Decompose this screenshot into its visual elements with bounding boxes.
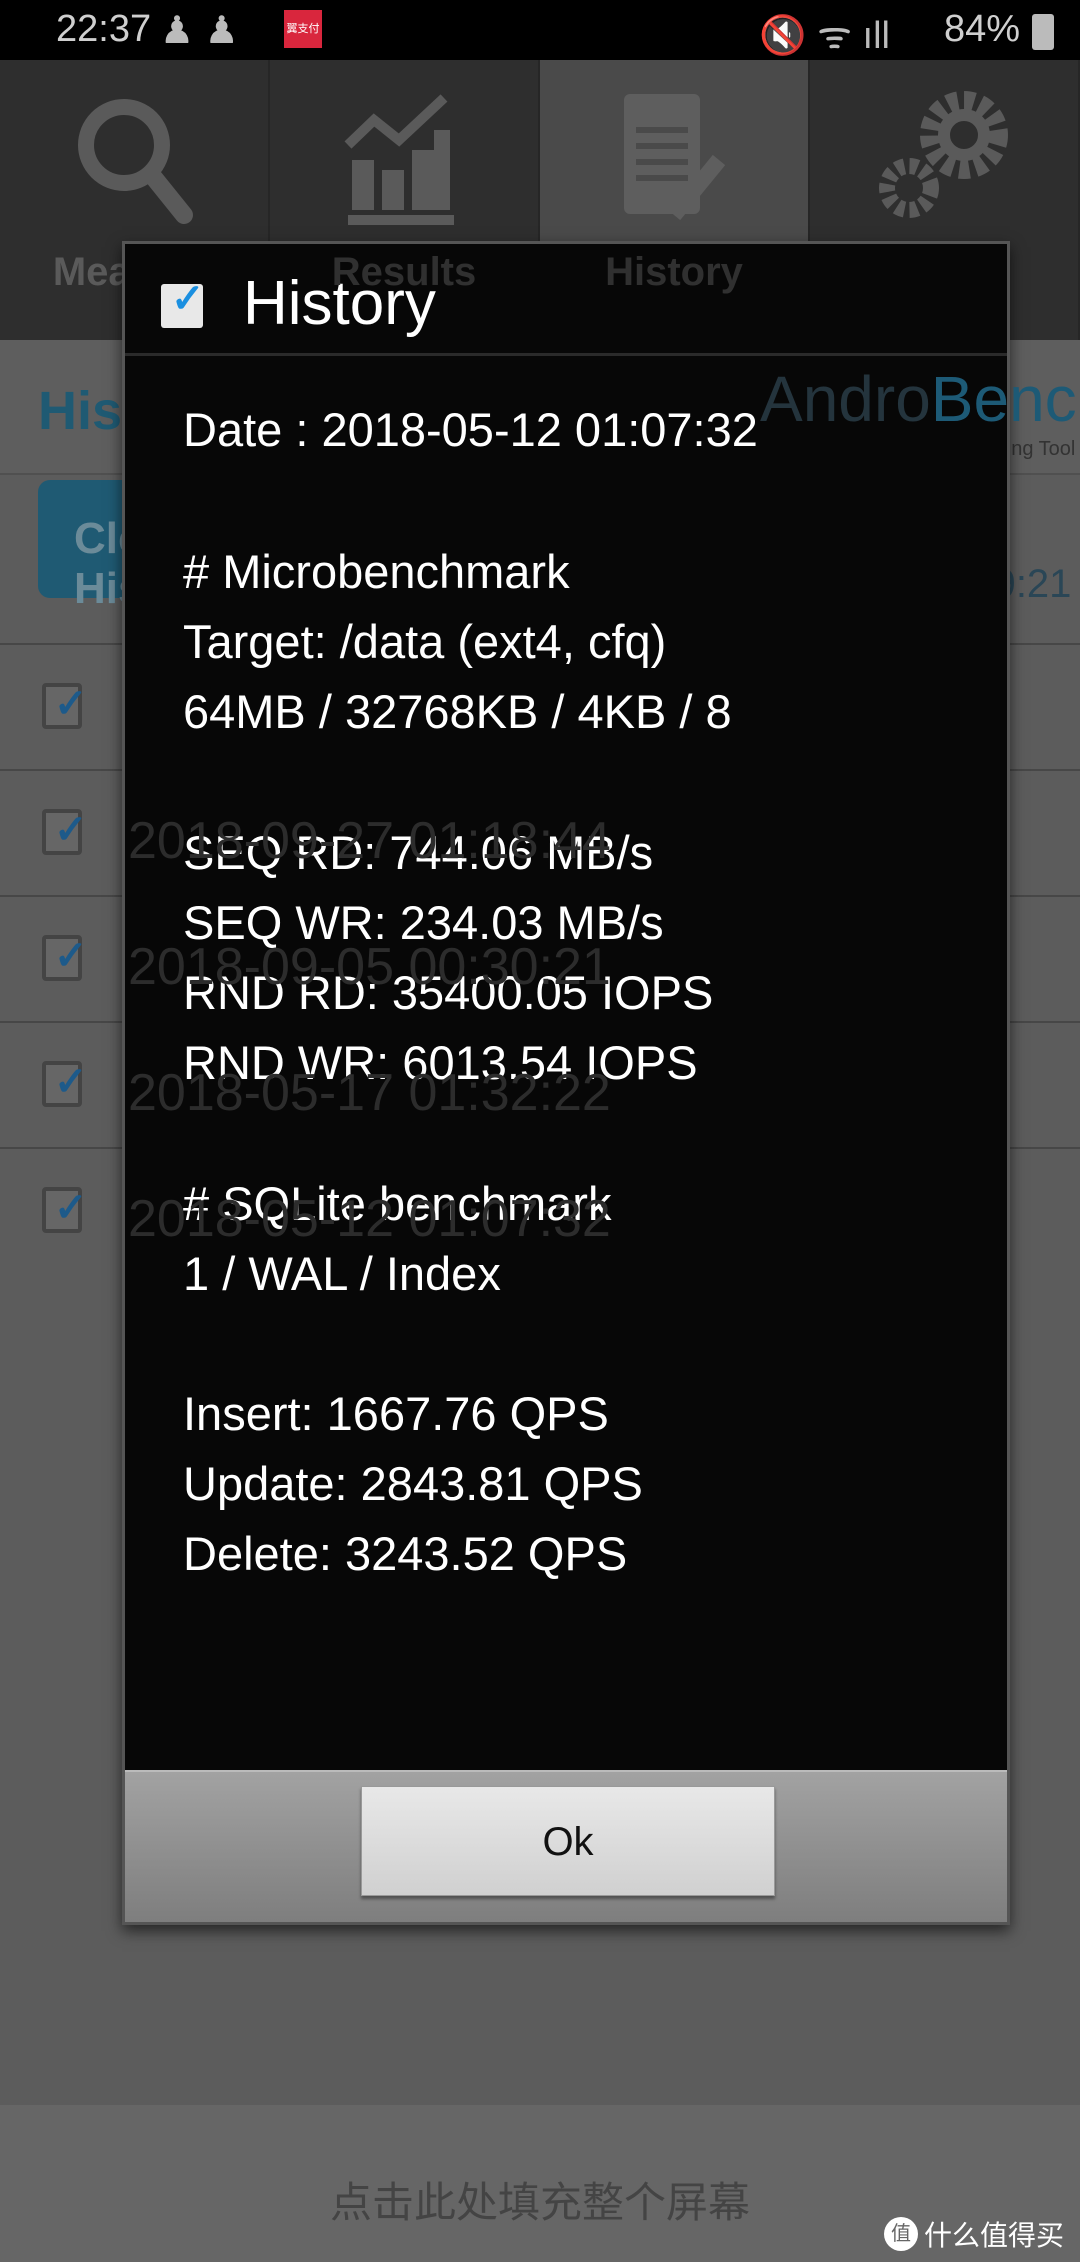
battery-level: 84% bbox=[943, 8, 1020, 50]
search-icon bbox=[78, 99, 193, 224]
ok-button[interactable]: Ok bbox=[361, 1786, 775, 1896]
result-line: Delete: 3243.52 QPS bbox=[183, 1527, 628, 1580]
history-date: 2018-05-12 01:07:32 bbox=[128, 1190, 611, 1248]
result-date: Date : 2018-05-12 01:07:32 bbox=[183, 403, 758, 456]
result-line: 1 / WAL / Index bbox=[183, 1247, 501, 1300]
history-entry-icon bbox=[42, 1059, 88, 1107]
watermark-text: 什么值得买 bbox=[923, 2220, 1064, 2251]
notification-icon: ♟ ♟ bbox=[160, 10, 239, 52]
tab-label: History bbox=[605, 250, 743, 294]
result-line: Insert: 1667.76 QPS bbox=[183, 1387, 609, 1440]
watermark: 值 什么值得买 bbox=[883, 2214, 1064, 2254]
signal-icons: 🔇 ᯤ ıll bbox=[759, 15, 890, 57]
logo-part-b: Bench bbox=[930, 363, 1080, 435]
dialog-button-bar: Ok bbox=[125, 1770, 1007, 1922]
clock: 22:37 bbox=[56, 8, 152, 50]
result-line: 64MB / 32768KB / 4KB / 8 bbox=[183, 685, 732, 738]
history-date: 2018-05-17 01:32:22 bbox=[128, 1064, 611, 1122]
tab-label: Results bbox=[331, 250, 477, 294]
history-icon bbox=[161, 276, 205, 328]
status-bar: 22:37 ♟ ♟ 翼支付 🔇 ᯤ ıll 84% bbox=[0, 0, 1080, 60]
logo-part-a: Andro bbox=[760, 363, 931, 435]
chart-icon bbox=[344, 94, 454, 225]
app-badge-icon: 翼支付 bbox=[284, 10, 322, 48]
history-entry-icon bbox=[42, 681, 88, 729]
result-line: Target: /data (ext4, cfq) bbox=[183, 615, 667, 668]
history-entry-icon bbox=[42, 933, 88, 981]
watermark-logo-icon: 值 bbox=[883, 2217, 918, 2251]
history-entry-icon bbox=[42, 807, 88, 855]
gear-icon bbox=[879, 91, 1008, 218]
androbench-logo: AndroBench bbox=[760, 362, 1080, 436]
history-entry-icon bbox=[42, 1185, 88, 1233]
result-line: Update: 2843.81 QPS bbox=[183, 1457, 643, 1510]
document-icon bbox=[624, 94, 726, 221]
section-heading: # Microbenchmark bbox=[183, 545, 570, 598]
history-date: 2018-09-05 00:30:21 bbox=[128, 938, 611, 996]
history-date: 2018-09-27 01:18:44 bbox=[128, 812, 611, 870]
battery-icon bbox=[1032, 14, 1054, 50]
